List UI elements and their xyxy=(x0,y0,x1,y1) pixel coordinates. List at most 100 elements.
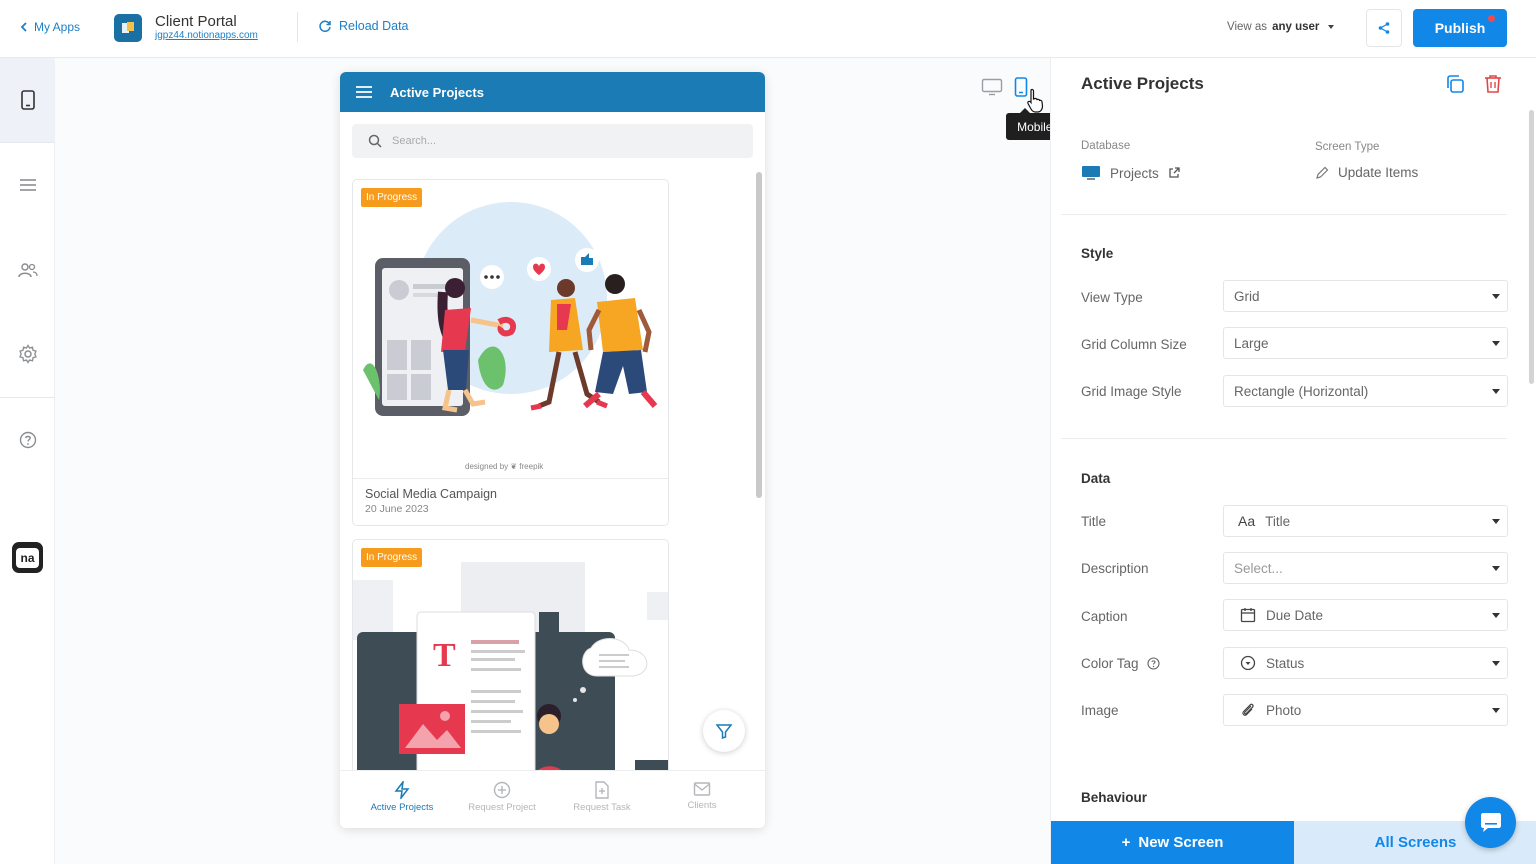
screen-type-value: Update Items xyxy=(1338,165,1419,180)
app-logo-icon xyxy=(114,14,142,42)
phone-scrollbar[interactable] xyxy=(756,172,762,498)
caret-down-icon xyxy=(1492,661,1500,666)
filter-button[interactable] xyxy=(703,710,745,752)
caption-field-value: Due Date xyxy=(1266,607,1324,623)
color-tag-field-select[interactable]: Status xyxy=(1223,647,1508,679)
external-link-icon xyxy=(1169,167,1180,178)
view-as-prefix: View as xyxy=(1227,21,1268,33)
color-tag-field-label: Color Tag xyxy=(1081,656,1160,671)
svg-text:T: T xyxy=(433,637,456,674)
caption-field-select[interactable]: Due Date xyxy=(1223,599,1508,631)
database-link[interactable]: Projects xyxy=(1081,165,1180,181)
caret-down-icon xyxy=(1492,389,1500,394)
phone-bottom-nav: Active Projects Request Project Request … xyxy=(340,770,765,828)
image-field-value: Photo xyxy=(1266,702,1302,718)
chat-support-button[interactable] xyxy=(1465,797,1516,848)
text-type-icon: Aa xyxy=(1238,513,1256,529)
lightning-icon xyxy=(394,781,410,799)
color-tag-field-value: Status xyxy=(1266,655,1305,671)
nav-item-clients[interactable]: Clients xyxy=(652,781,752,811)
view-as-dropdown[interactable]: View as any user xyxy=(1227,21,1338,33)
grid-image-style-select[interactable]: Rectangle (Horizontal) xyxy=(1223,375,1508,407)
image-field-label: Image xyxy=(1081,703,1119,718)
delete-button[interactable] xyxy=(1480,71,1506,97)
grid-column-size-value: Large xyxy=(1234,335,1269,351)
view-type-value: Grid xyxy=(1234,288,1260,304)
file-plus-icon xyxy=(595,781,609,799)
caret-down-icon xyxy=(1492,566,1500,571)
nav-item-request-project[interactable]: Request Project xyxy=(452,781,552,813)
image-credit: designed by ❦ freepik xyxy=(465,462,544,471)
grid-column-size-select[interactable]: Large xyxy=(1223,327,1508,359)
notionapps-logo[interactable]: na xyxy=(12,542,43,573)
panel-scrollbar[interactable] xyxy=(1529,110,1534,384)
refresh-icon xyxy=(319,20,331,33)
caret-down-icon xyxy=(1492,341,1500,346)
desktop-view-toggle[interactable] xyxy=(980,76,1004,98)
left-sidebar: na xyxy=(0,58,55,864)
reload-data-button[interactable]: Reload Data xyxy=(318,19,409,33)
plus-icon: + xyxy=(1121,834,1131,851)
screen-type-value-row: Update Items xyxy=(1315,165,1418,180)
hamburger-menu-icon[interactable] xyxy=(356,86,372,98)
topbar-divider xyxy=(297,12,298,42)
my-apps-label: My Apps xyxy=(34,20,81,34)
all-screens-label: All Screens xyxy=(1374,834,1457,851)
my-apps-link[interactable]: My Apps xyxy=(20,20,80,34)
title-field-select[interactable]: Aa Title xyxy=(1223,505,1508,537)
sidebar-item-screens[interactable] xyxy=(0,58,55,142)
nav-item-request-task[interactable]: Request Task xyxy=(552,781,652,813)
caret-down-icon xyxy=(1328,25,1335,29)
plus-circle-icon xyxy=(493,781,511,799)
data-heading: Data xyxy=(1081,471,1111,486)
caret-down-icon xyxy=(1492,294,1500,299)
duplicate-button[interactable] xyxy=(1442,71,1468,97)
reload-data-label: Reload Data xyxy=(339,19,409,33)
sidebar-item-help[interactable] xyxy=(0,398,55,482)
calendar-icon xyxy=(1240,608,1256,623)
chevron-left-icon xyxy=(20,22,27,32)
section-divider xyxy=(1061,438,1507,439)
new-screen-button[interactable]: + New Screen xyxy=(1051,821,1294,864)
new-screen-label: New Screen xyxy=(1138,834,1224,851)
title-field-label: Title xyxy=(1081,514,1107,529)
panel-title: Active Projects xyxy=(1081,74,1204,93)
image-field-select[interactable]: Photo xyxy=(1223,694,1508,726)
behaviour-heading: Behaviour xyxy=(1081,790,1148,805)
card-date: 20 June 2023 xyxy=(365,503,429,515)
screen-type-label: Screen Type xyxy=(1315,141,1380,153)
search-icon xyxy=(368,134,382,148)
sidebar-item-settings[interactable] xyxy=(0,312,55,396)
caption-field-label: Caption xyxy=(1081,609,1128,624)
view-as-value: any user xyxy=(1272,21,1320,33)
section-divider xyxy=(1061,214,1507,215)
search-placeholder: Search... xyxy=(392,135,437,147)
nav-label: Active Projects xyxy=(370,802,434,813)
caret-down-icon xyxy=(1492,708,1500,713)
caret-down-icon xyxy=(1492,613,1500,618)
sidebar-item-users[interactable] xyxy=(0,228,55,312)
project-card[interactable]: In Progress designed by ❦ freepik Social… xyxy=(352,179,669,526)
sidebar-item-menu[interactable] xyxy=(0,143,55,227)
copy-icon xyxy=(1447,75,1464,93)
grid-column-size-label: Grid Column Size xyxy=(1081,337,1187,352)
card-caption: Social Media Campaign 20 June 2023 xyxy=(353,478,668,525)
card-illustration: T xyxy=(353,562,668,798)
search-input[interactable]: Search... xyxy=(352,124,753,158)
mobile-icon xyxy=(20,90,35,110)
nav-label: Clients xyxy=(687,800,717,811)
top-bar: My Apps Client Portal jgpz44.notionapps.… xyxy=(0,0,1536,58)
share-button[interactable] xyxy=(1366,9,1402,47)
description-field-value: Select... xyxy=(1234,560,1283,576)
project-card[interactable]: T In Progress xyxy=(352,539,669,799)
share-icon xyxy=(1378,22,1390,34)
description-field-select[interactable]: Select... xyxy=(1223,552,1508,584)
nav-item-active-projects[interactable]: Active Projects xyxy=(352,781,452,813)
app-url-link[interactable]: jgpz44.notionapps.com xyxy=(155,30,258,41)
help-icon[interactable] xyxy=(1146,657,1160,670)
title-field-value: Title xyxy=(1265,513,1291,529)
database-label: Database xyxy=(1081,140,1131,152)
publish-button[interactable]: Publish xyxy=(1413,9,1507,47)
users-icon xyxy=(17,263,38,278)
view-type-select[interactable]: Grid xyxy=(1223,280,1508,312)
